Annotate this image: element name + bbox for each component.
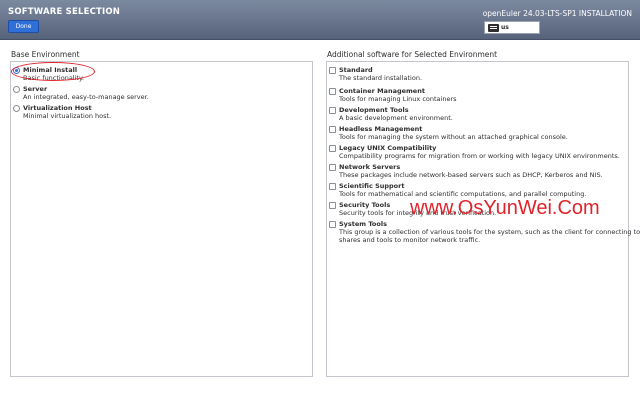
addon-name: Security Tools — [339, 201, 391, 209]
done-button[interactable]: Done — [8, 20, 39, 33]
addon-description: This group is a collection of various to… — [339, 228, 640, 236]
screen-title: SOFTWARE SELECTION — [8, 7, 121, 17]
addon-description: Compatibility programs for migration fro… — [339, 152, 620, 160]
checkbox[interactable] — [329, 145, 336, 152]
checkbox[interactable] — [329, 88, 336, 95]
addon-name: Network Servers — [339, 163, 401, 171]
radio-button[interactable] — [13, 86, 20, 93]
addon-name: System Tools — [339, 220, 387, 228]
env-option-description: An integrated, easy-to-manage server. — [23, 93, 149, 101]
addon-name: Container Management — [339, 87, 425, 95]
checkbox[interactable] — [329, 221, 336, 228]
env-option-description: Minimal virtualization host. — [23, 112, 112, 120]
addon-description: Tools for managing Linux containers — [339, 95, 457, 103]
radio-button[interactable] — [13, 105, 20, 112]
addon-name: Development Tools — [339, 106, 409, 114]
additional-software-title: Additional software for Selected Environ… — [327, 50, 498, 59]
base-environment-title: Base Environment — [11, 50, 80, 59]
header-bar: SOFTWARE SELECTION Done openEuler 24.03-… — [0, 0, 640, 40]
checkbox[interactable] — [329, 202, 336, 209]
checkbox[interactable] — [329, 164, 336, 171]
keyboard-layout-indicator[interactable]: us — [484, 21, 540, 34]
addon-description: Tools for managing the system without an… — [339, 133, 568, 141]
addon-description: The standard installation. — [339, 74, 423, 82]
addon-description: These packages include network-based ser… — [339, 171, 603, 179]
addon-description-continued: shares and tools to monitor network traf… — [339, 236, 481, 244]
keyboard-icon — [488, 24, 499, 32]
addon-description: A basic development environment. — [339, 114, 453, 122]
checkbox[interactable] — [329, 107, 336, 114]
base-environment-list: Minimal Install Basic functionality. Ser… — [10, 61, 313, 377]
checkbox[interactable] — [329, 67, 336, 74]
addon-name: Standard — [339, 66, 373, 74]
addon-name: Legacy UNIX Compatibility — [339, 144, 437, 152]
keyboard-layout-label: us — [501, 24, 509, 31]
env-option-name: Server — [23, 85, 48, 93]
addon-name: Headless Management — [339, 125, 423, 133]
checkbox[interactable] — [329, 126, 336, 133]
watermark-text: www.OsYunWei.Com — [410, 197, 600, 219]
product-title: openEuler 24.03-LTS-SP1 INSTALLATION — [482, 9, 632, 18]
annotation-circle — [11, 62, 95, 81]
env-option-name: Virtualization Host — [23, 104, 92, 112]
addon-name: Scientific Support — [339, 182, 405, 190]
checkbox[interactable] — [329, 183, 336, 190]
